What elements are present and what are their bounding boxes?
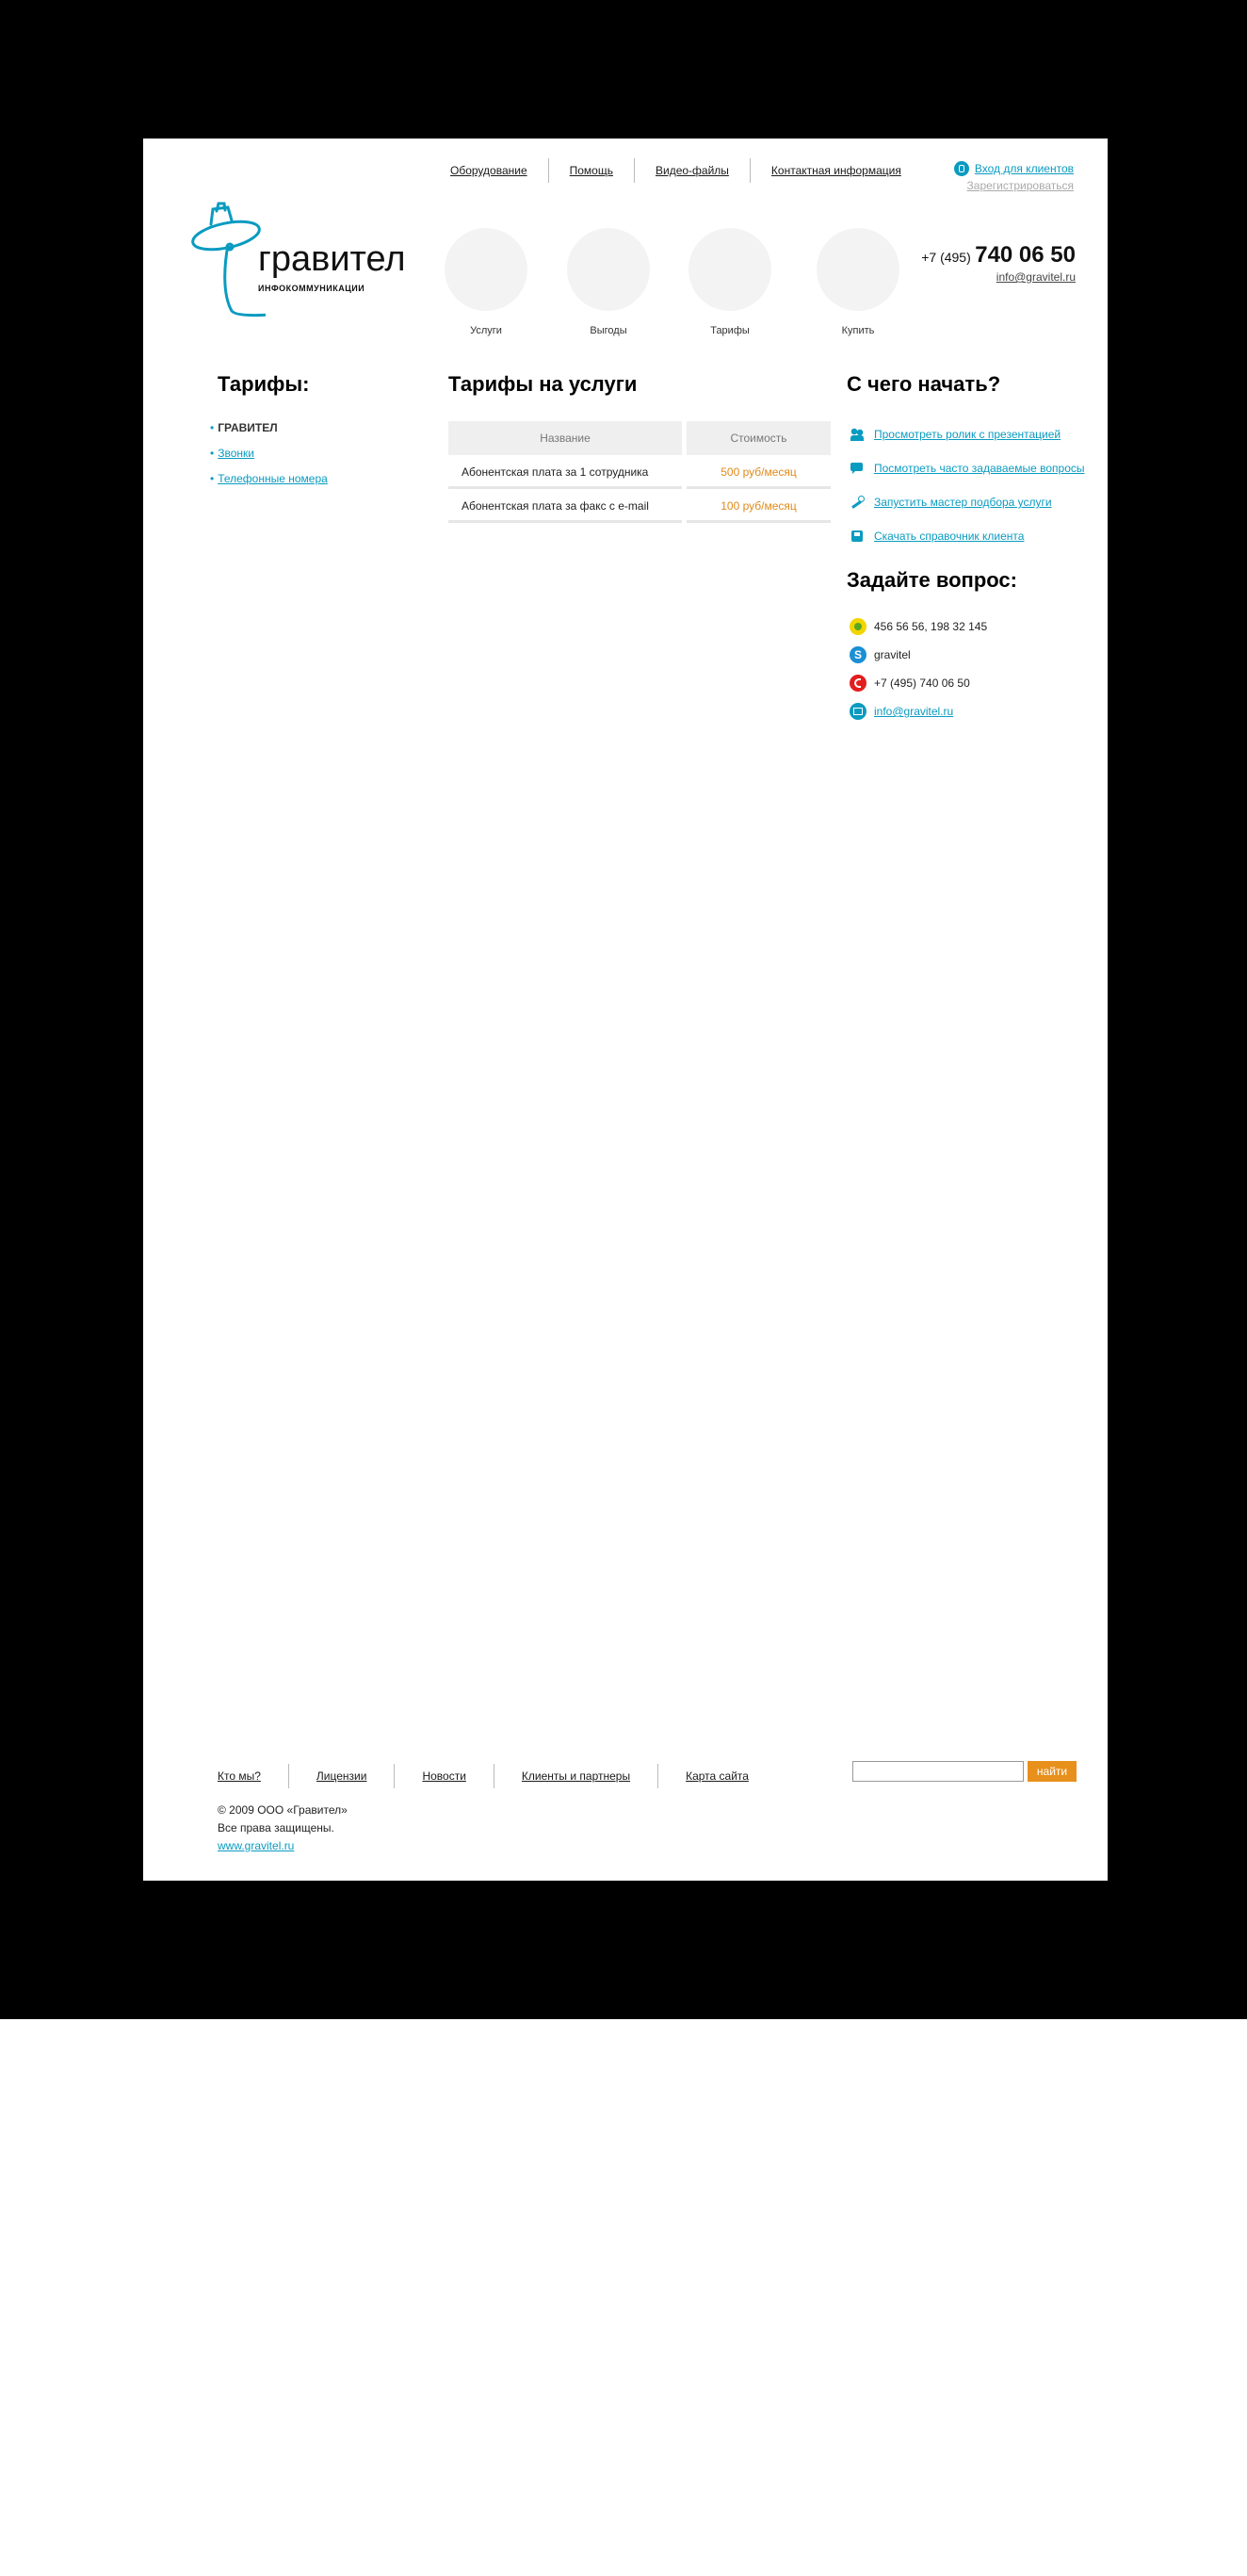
phone-number: 740 06 50 — [975, 242, 1076, 268]
circle-buy[interactable]: Купить — [817, 228, 899, 336]
login-link[interactable]: Вход для клиентов — [975, 162, 1074, 175]
bullet: • — [210, 472, 215, 485]
icq-numbers: 456 56 56, 198 32 145 — [874, 620, 988, 633]
column-header-price: Стоимость — [687, 421, 831, 455]
ask-title: Задайте вопрос: — [847, 568, 1017, 592]
footer-link-clients[interactable]: Клиенты и партнеры — [494, 1769, 657, 1783]
skype-name: gravitel — [874, 648, 911, 661]
phone-icon — [850, 675, 866, 692]
column-header-name: Название — [448, 421, 682, 455]
logo-brand-text: гравител — [258, 239, 406, 279]
start-title: С чего начать? — [847, 372, 1001, 396]
circle-image — [817, 228, 899, 311]
bullet: • — [210, 421, 215, 434]
handbook-link[interactable]: Скачать справочник клиента — [874, 530, 1024, 543]
list-item: Посмотреть часто задаваемые вопросы — [850, 451, 1085, 485]
circle-label: Выгоды — [590, 325, 627, 336]
row-price: 100 руб/месяц — [687, 489, 831, 523]
chat-bubble-icon — [850, 461, 865, 476]
contact-email-link[interactable]: info@gravitel.ru — [874, 705, 953, 718]
left-title: Тарифы: — [218, 372, 310, 396]
wizard-link[interactable]: Запустить мастер подбора услуги — [874, 496, 1052, 509]
menu-item-gravitel[interactable]: • ГРАВИТЕЛ — [210, 421, 328, 434]
circle-tariffs[interactable]: Тарифы — [688, 228, 771, 336]
phone-prefix: +7 (495) — [921, 250, 971, 265]
list-item: info@gravitel.ru — [850, 697, 987, 726]
copyright-text: © 2009 ООО «Гравител» — [218, 1803, 348, 1817]
footer-link-sitemap[interactable]: Карта сайта — [658, 1769, 776, 1783]
magic-wand-icon — [850, 495, 865, 510]
list-item: Скачать справочник клиента — [850, 519, 1085, 553]
circle-image — [688, 228, 771, 311]
list-item: Sgravitel — [850, 641, 987, 669]
contact-list: 456 56 56, 198 32 145 Sgravitel +7 (495)… — [850, 612, 987, 726]
footer-link-news[interactable]: Новости — [395, 1769, 493, 1783]
skype-icon: S — [850, 646, 866, 663]
footer-nav: Кто мы? Лицензии Новости Клиенты и партн… — [218, 1764, 776, 1788]
mail-icon — [850, 703, 866, 720]
nav-help[interactable]: Помощь — [549, 157, 634, 184]
menu-item-calls[interactable]: • Звонки — [210, 447, 328, 460]
copyright-block: © 2009 ООО «Гравител» Все права защищены… — [218, 1802, 348, 1855]
menu-item-label[interactable]: Звонки — [218, 447, 254, 460]
register-link[interactable]: Зарегистрироваться — [967, 179, 1074, 192]
menu-item-label: ГРАВИТЕЛ — [218, 421, 278, 434]
page-container: Оборудование Помощь Видео-файлы Контактн… — [143, 139, 1108, 1881]
list-item: Просмотреть ролик с презентацией — [850, 417, 1085, 451]
nav-equipment[interactable]: Оборудование — [439, 157, 548, 184]
center-title: Тарифы на услуги — [448, 372, 638, 396]
nav-video[interactable]: Видео-файлы — [635, 157, 750, 184]
row-name: Абонентская плата за факс с e-mail — [448, 489, 682, 523]
table-row: Абонентская плата за факс с e-mail 100 р… — [448, 489, 831, 523]
circle-services[interactable]: Услуги — [445, 228, 527, 336]
search-button[interactable]: найти — [1028, 1761, 1077, 1782]
icq-icon — [850, 618, 866, 635]
people-icon — [850, 427, 865, 442]
satellite-logo-icon — [191, 202, 266, 318]
start-links: Просмотреть ролик с презентацией Посмотр… — [850, 417, 1085, 553]
feature-circles: Услуги Выгоды Тарифы Купить — [445, 228, 899, 351]
circle-label: Услуги — [470, 325, 502, 336]
nav-contacts[interactable]: Контактная информация — [751, 157, 922, 184]
top-nav: Оборудование Помощь Видео-файлы Контактн… — [439, 157, 922, 184]
table-header: Название Стоимость — [448, 421, 831, 455]
tariffs-table: Название Стоимость Абонентская плата за … — [448, 421, 831, 523]
table-row: Абонентская плата за 1 сотрудника 500 ру… — [448, 455, 831, 489]
menu-item-numbers[interactable]: • Телефонные номера — [210, 472, 328, 485]
circle-label: Тарифы — [710, 325, 750, 336]
header-email-link[interactable]: info@gravitel.ru — [921, 270, 1076, 284]
circle-image — [445, 228, 527, 311]
logo-subtitle: ИНФОКОММУНИКАЦИИ — [258, 284, 365, 293]
footer-link-about[interactable]: Кто мы? — [218, 1769, 288, 1783]
row-name: Абонентская плата за 1 сотрудника — [448, 455, 682, 489]
floppy-disk-icon — [850, 529, 865, 544]
rights-text: Все права защищены. — [218, 1821, 334, 1834]
list-item: 456 56 56, 198 32 145 — [850, 612, 987, 641]
logo[interactable]: гравител ИНФОКОММУНИКАЦИИ — [190, 200, 407, 322]
row-price: 500 руб/месяц — [687, 455, 831, 489]
search-input[interactable] — [852, 1761, 1024, 1782]
tariff-menu: • ГРАВИТЕЛ • Звонки • Телефонные номера — [210, 421, 328, 497]
phone-block: +7 (495) 740 06 50 info@gravitel.ru — [921, 242, 1076, 284]
circle-benefits[interactable]: Выгоды — [567, 228, 650, 336]
contact-phone: +7 (495) 740 06 50 — [874, 677, 970, 690]
faq-link[interactable]: Посмотреть часто задаваемые вопросы — [874, 462, 1085, 475]
bullet: • — [210, 447, 215, 460]
list-item: Запустить мастер подбора услуги — [850, 485, 1085, 519]
site-link[interactable]: www.gravitel.ru — [218, 1839, 294, 1852]
circle-image — [567, 228, 650, 311]
menu-item-label[interactable]: Телефонные номера — [218, 472, 328, 485]
lock-icon — [953, 161, 969, 176]
presentation-link[interactable]: Просмотреть ролик с презентацией — [874, 428, 1061, 441]
footer-link-licenses[interactable]: Лицензии — [289, 1769, 395, 1783]
circle-label: Купить — [841, 325, 875, 336]
login-block: Вход для клиентов Зарегистрироваться — [953, 161, 1074, 192]
list-item: +7 (495) 740 06 50 — [850, 669, 987, 697]
search-form: найти — [852, 1761, 1077, 1782]
